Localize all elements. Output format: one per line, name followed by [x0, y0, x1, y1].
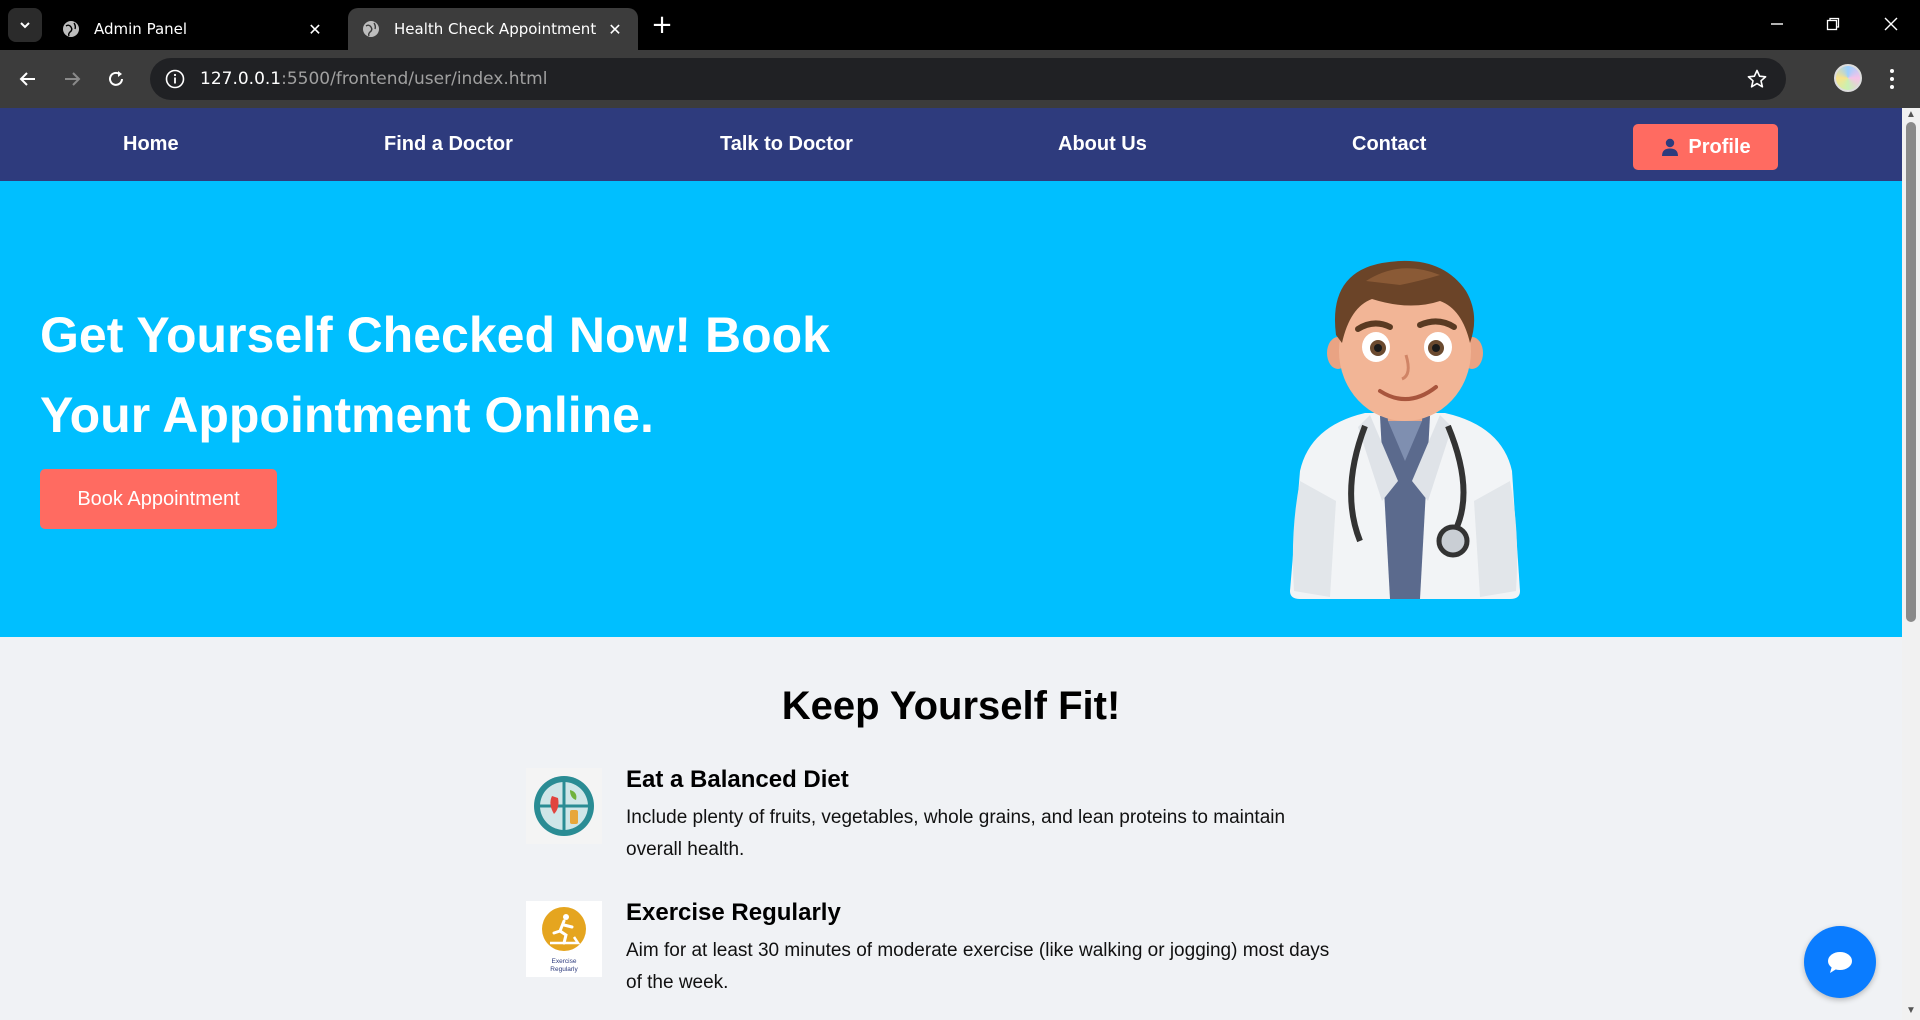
- browser-toolbar: 127.0.0.1:5500/frontend/user/index.html: [0, 50, 1920, 108]
- profile-avatar[interactable]: [1834, 64, 1862, 92]
- chevron-down-icon: [20, 22, 30, 29]
- exercise-icon-caption-2: Regularly: [550, 966, 578, 973]
- nav-find-a-doctor[interactable]: Find a Doctor: [384, 108, 513, 181]
- scroll-down-icon[interactable]: ▼: [1906, 1006, 1916, 1016]
- globe-icon: [363, 21, 379, 37]
- reload-button[interactable]: [100, 63, 132, 95]
- tip-text-line-2: overall health.: [626, 839, 745, 860]
- doctor-illustration: [1290, 260, 1520, 599]
- nav-about-us[interactable]: About Us: [1058, 108, 1147, 181]
- restore-window-icon[interactable]: [1808, 6, 1858, 42]
- nav-home[interactable]: Home: [123, 108, 179, 181]
- new-tab-button[interactable]: +: [650, 10, 674, 40]
- exercise-icon: Exercise Regularly: [526, 901, 602, 977]
- close-window-icon[interactable]: [1866, 6, 1916, 42]
- profile-button[interactable]: Profile: [1633, 124, 1778, 170]
- url-path: :5500/frontend/user/index.html: [281, 69, 548, 89]
- book-appointment-button[interactable]: Book Appointment: [40, 469, 277, 529]
- hero-headline-line-1: Get Yourself Checked Now! Book: [40, 307, 830, 363]
- tip-title: Exercise Regularly: [626, 899, 841, 926]
- tab-title: Health Check Appointment: [394, 20, 597, 38]
- arrow-right-icon: [65, 72, 81, 86]
- forward-button[interactable]: [56, 63, 88, 95]
- arrow-left-icon: [19, 72, 35, 86]
- minimize-window-icon[interactable]: [1752, 6, 1802, 42]
- chat-bubble-icon: [1828, 952, 1852, 973]
- tip-text: Include plenty of fruits, vegetables, wh…: [626, 802, 1386, 866]
- tip-text-line-1: Aim for at least 30 minutes of moderate …: [626, 940, 1330, 961]
- nav-contact[interactable]: Contact: [1352, 108, 1426, 181]
- browser-menu-icon[interactable]: [1880, 64, 1904, 94]
- scroll-up-icon[interactable]: ▲: [1906, 110, 1916, 120]
- bookmark-star-icon[interactable]: [1746, 68, 1768, 90]
- browser-tab-strip: Admin Panel ✕ Health Check Appointment ✕…: [0, 0, 1920, 50]
- tip-title: Eat a Balanced Diet: [626, 766, 849, 793]
- profile-label: Profile: [1688, 135, 1751, 158]
- hero-section: Get Yourself Checked Now! Book Your Appo…: [0, 181, 1902, 637]
- user-icon: [1662, 138, 1679, 156]
- tab-health-check-appointment[interactable]: Health Check Appointment ✕: [348, 8, 638, 50]
- hero-headline: Get Yourself Checked Now! Book Your Appo…: [40, 295, 900, 455]
- tip-item: Exercise Regularly Exercise Regularly Ai…: [526, 899, 1386, 1007]
- globe-icon: [63, 21, 79, 37]
- close-tab-icon[interactable]: ✕: [606, 20, 624, 39]
- address-bar[interactable]: 127.0.0.1:5500/frontend/user/index.html: [150, 58, 1786, 100]
- tip-item: Eat a Balanced Diet Include plenty of fr…: [526, 766, 1386, 874]
- chat-button[interactable]: [1804, 926, 1876, 998]
- balanced-diet-icon: [526, 768, 602, 844]
- scrollbar-thumb[interactable]: [1906, 122, 1916, 622]
- fit-section-title: Keep Yourself Fit!: [781, 684, 1121, 728]
- tab-title: Admin Panel: [94, 20, 188, 38]
- exercise-icon-caption-1: Exercise: [552, 958, 577, 965]
- close-tab-icon[interactable]: ✕: [306, 20, 324, 39]
- reload-icon: [109, 71, 123, 86]
- hero-headline-line-2: Your Appointment Online.: [40, 387, 654, 443]
- page-viewport: Home Find a Doctor Talk to Doctor About …: [0, 108, 1902, 1020]
- tip-text-line-2: of the week.: [626, 972, 729, 993]
- tip-text-line-1: Include plenty of fruits, vegetables, wh…: [626, 807, 1286, 828]
- site-navbar: Home Find a Doctor Talk to Doctor About …: [0, 108, 1902, 181]
- tab-search-button[interactable]: [8, 8, 42, 42]
- page-scrollbar[interactable]: ▲ ▼: [1902, 108, 1920, 1020]
- nav-talk-to-doctor[interactable]: Talk to Doctor: [720, 108, 853, 181]
- back-button[interactable]: [12, 63, 44, 95]
- url-host: 127.0.0.1: [200, 69, 282, 89]
- tab-admin-panel[interactable]: Admin Panel ✕: [48, 8, 338, 50]
- tip-text: Aim for at least 30 minutes of moderate …: [626, 935, 1386, 999]
- site-info-icon[interactable]: [164, 68, 186, 90]
